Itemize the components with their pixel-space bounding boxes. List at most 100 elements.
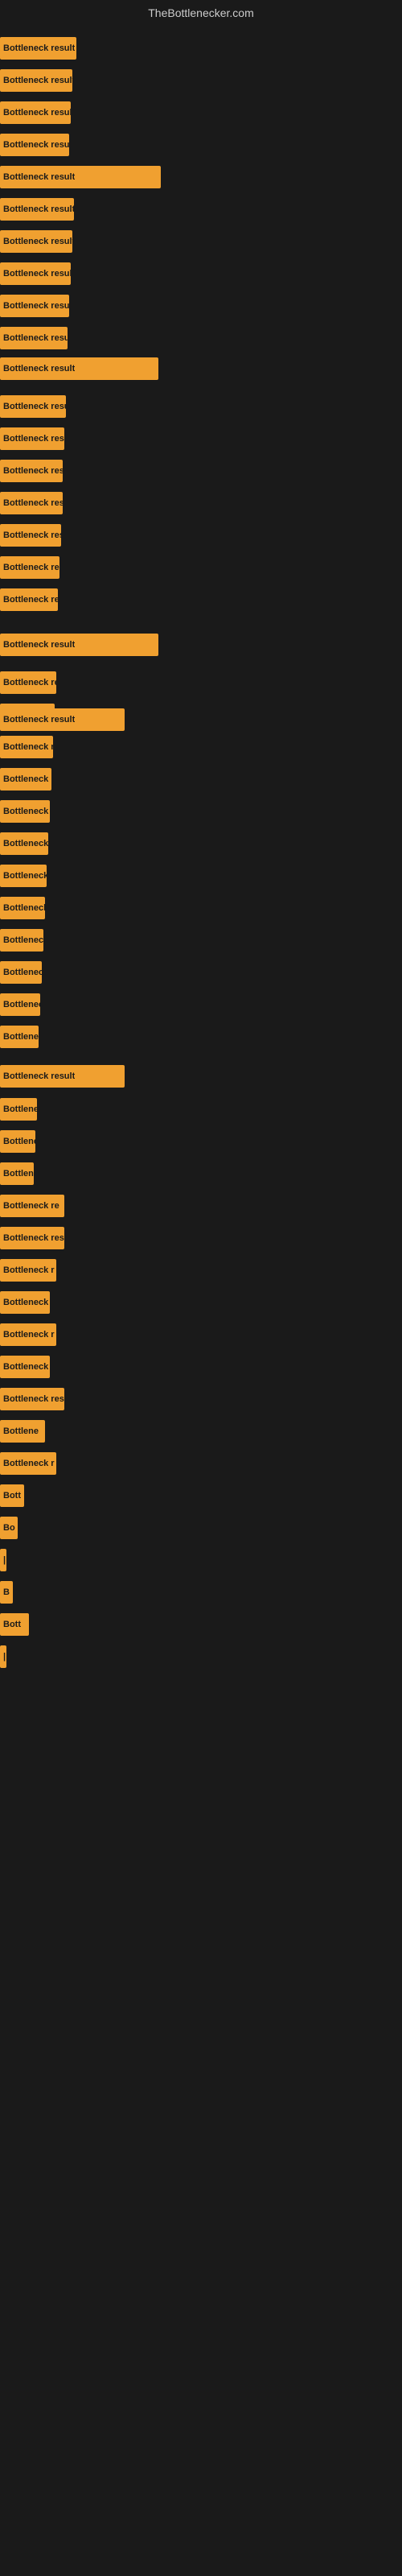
bar-label: Bottleneck result [3, 364, 75, 374]
bar-item: Bottleneck [0, 1291, 50, 1314]
bar-item: B [0, 1581, 13, 1604]
bar-item: Bottleneck result [0, 427, 64, 450]
bar-label: Bottleneck res [3, 1394, 64, 1404]
bar-label: Bottleneck result [3, 742, 53, 752]
bar-label: Bottleneck result [3, 595, 58, 605]
bar-item: Bottleneck result [0, 1098, 37, 1121]
bar-item: Bottleneck result [0, 993, 40, 1016]
bar-item: Bottleneck result [0, 1227, 64, 1249]
bar-item: Bottleneck result [0, 708, 125, 731]
bar-item: Bottleneck result [0, 524, 61, 547]
bar-label: Bottleneck result [3, 640, 75, 650]
bar-item: Bottleneck result [0, 832, 48, 855]
bar-label: Bottleneck result [3, 301, 69, 311]
bar-label: Bottleneck result [3, 108, 71, 118]
bar-item: Bottleneck result [0, 37, 76, 60]
bar-item: Bottleneck r [0, 1323, 56, 1346]
bar-item: Bottleneck r [0, 1259, 56, 1282]
bar-item: Bottleneck result [0, 588, 58, 611]
bar-item: Bottleneck result [0, 929, 43, 952]
bar-item: Bott [0, 1613, 29, 1636]
bar-item: Bottleneck result [0, 230, 72, 253]
bar-item: Bottleneck result [0, 556, 59, 579]
bar-item: Bottleneck result [0, 897, 45, 919]
bar-item: Bottleneck result [0, 357, 158, 380]
bar-label: Bottleneck result [3, 678, 56, 687]
bar-item: Bottleneck result [0, 134, 69, 156]
bar-label: Bo [3, 1523, 15, 1533]
bar-label: Bottleneck r [3, 1265, 55, 1275]
bar-label: Bottleneck result [3, 807, 50, 816]
bar-label: Bottleneck result [3, 1137, 35, 1146]
bar-label: Bottleneck result [3, 172, 75, 182]
bar-label: Bottleneck re [3, 1201, 59, 1211]
bar-label: Bottleneck result [3, 530, 61, 540]
bar-label: Bottleneck result [3, 466, 63, 476]
bar-item: Bottleneck result [0, 800, 50, 823]
bar-label: Bott [3, 1620, 21, 1629]
bar-label: | [3, 1652, 6, 1662]
bar-label: Bottleneck result [3, 839, 48, 848]
bar-item: Bottleneck result [0, 492, 63, 514]
bar-label: Bottleneck result [3, 968, 42, 977]
bar-label: Bottleneck result [3, 1000, 40, 1009]
bar-label: Bottleneck result [3, 871, 47, 881]
bar-item: Bottleneck result [0, 69, 72, 92]
bar-label: Bottleneck result [3, 1032, 39, 1042]
bar-item: Bottleneck re [0, 1195, 64, 1217]
bar-label: Bottleneck result [3, 237, 72, 246]
bar-item: Bottleneck result [0, 101, 71, 124]
bar-label: Bottleneck result [3, 269, 71, 279]
bar-label: Bottleneck result [3, 434, 64, 444]
bar-item: Bottleneck [0, 1356, 50, 1378]
bar-item: | [0, 1549, 6, 1571]
bar-item: Bott [0, 1484, 24, 1507]
bar-item: Bottleneck res [0, 1388, 64, 1410]
bar-item: Bottleneck result [0, 961, 42, 984]
bar-item: Bottleneck result [0, 1065, 125, 1088]
bar-label: Bottleneck result [3, 1233, 64, 1243]
bar-item: Bottleneck result [0, 1026, 39, 1048]
bar-label: Bottleneck result [3, 1104, 37, 1114]
bar-item: Bo [0, 1517, 18, 1539]
bar-label: Bottleneck result [3, 140, 69, 150]
bar-label: Bottleneck result [3, 903, 45, 913]
bar-item: Bottleneck result [0, 395, 66, 418]
bar-item: Bottleneck result [0, 1162, 34, 1185]
bar-label: B [3, 1587, 10, 1597]
site-title: TheBottlenecker.com [0, 0, 402, 23]
bar-item: Bottleneck result [0, 671, 56, 694]
bar-label: Bott [3, 1491, 21, 1501]
bar-label: Bottleneck result [3, 498, 63, 508]
bar-label: Bottleneck result [3, 1169, 34, 1179]
bar-label: Bottleneck result [3, 402, 66, 411]
bar-item: Bottleneck result [0, 736, 53, 758]
bar-label: Bottleneck result [3, 76, 72, 85]
bar-item: | [0, 1645, 6, 1668]
bar-label: Bottleneck [3, 1298, 48, 1307]
chart-area: Bottleneck result Bottleneck result Bottle… [0, 23, 402, 2558]
bar-label: Bottlene [3, 1426, 39, 1436]
bar-item: Bottlene [0, 1420, 45, 1443]
bar-label: Bottleneck r [3, 1330, 55, 1340]
bar-label: Bottleneck result [3, 204, 74, 214]
bar-item: Bottleneck result [0, 166, 161, 188]
bar-item: Bottleneck result [0, 865, 47, 887]
bar-label: Bottleneck result [3, 563, 59, 572]
bar-label: Bottleneck result [3, 935, 43, 945]
bar-item: Bottleneck result [0, 1130, 35, 1153]
bar-label: Bottleneck result [3, 1071, 75, 1081]
bar-label: Bottleneck result [3, 774, 51, 784]
bar-label: Bottleneck result [3, 715, 75, 724]
bar-item: Bottleneck result [0, 768, 51, 791]
bar-item: Bottleneck result [0, 198, 74, 221]
bar-label: Bottleneck [3, 1362, 48, 1372]
bar-item: Bottleneck r [0, 1452, 56, 1475]
bar-label: Bottleneck r [3, 1459, 55, 1468]
bar-item: Bottleneck result [0, 295, 69, 317]
bar-item: Bottleneck result [0, 262, 71, 285]
bar-label: | [3, 1555, 6, 1565]
bar-item: Bottleneck result [0, 634, 158, 656]
bar-label: Bottleneck result [3, 333, 68, 343]
bar-label: Bottleneck result [3, 43, 75, 53]
